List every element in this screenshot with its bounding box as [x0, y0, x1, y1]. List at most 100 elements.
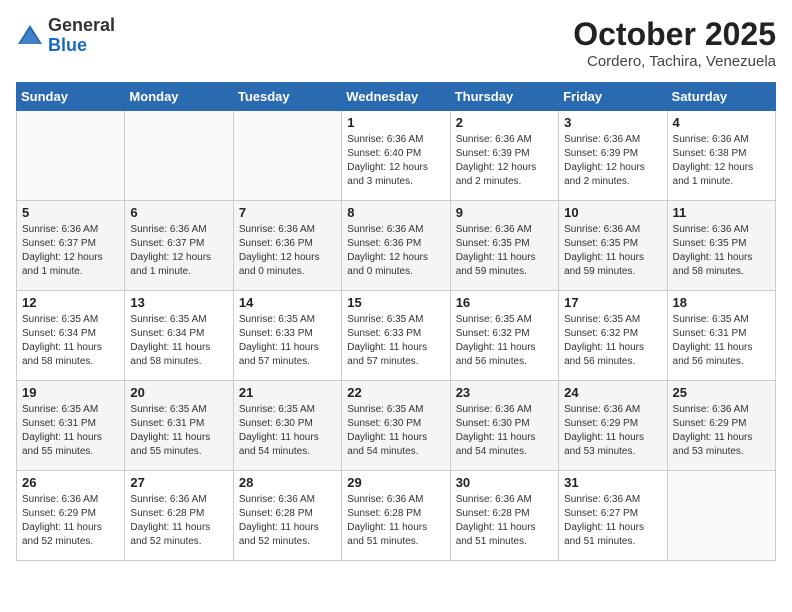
day-number: 18	[673, 295, 770, 310]
col-monday: Monday	[125, 83, 233, 111]
day-info: Sunrise: 6:36 AM Sunset: 6:35 PM Dayligh…	[564, 223, 661, 279]
day-number: 24	[564, 385, 661, 400]
day-info: Sunrise: 6:35 AM Sunset: 6:34 PM Dayligh…	[22, 313, 119, 369]
day-number: 28	[239, 475, 336, 490]
day-info: Sunrise: 6:35 AM Sunset: 6:31 PM Dayligh…	[673, 313, 770, 369]
table-row	[125, 111, 233, 201]
day-number: 22	[347, 385, 444, 400]
table-row: 22 Sunrise: 6:35 AM Sunset: 6:30 PM Dayli…	[342, 381, 450, 471]
table-row: 25 Sunrise: 6:36 AM Sunset: 6:29 PM Dayli…	[667, 381, 775, 471]
col-tuesday: Tuesday	[233, 83, 341, 111]
table-row: 14 Sunrise: 6:35 AM Sunset: 6:33 PM Dayli…	[233, 291, 341, 381]
day-number: 5	[22, 205, 119, 220]
day-info: Sunrise: 6:36 AM Sunset: 6:28 PM Dayligh…	[239, 493, 336, 549]
table-row	[17, 111, 125, 201]
day-number: 17	[564, 295, 661, 310]
day-number: 21	[239, 385, 336, 400]
logo-icon	[16, 22, 44, 50]
location: Cordero, Tachira, Venezuela	[573, 53, 776, 70]
day-info: Sunrise: 6:36 AM Sunset: 6:28 PM Dayligh…	[347, 493, 444, 549]
table-row: 30 Sunrise: 6:36 AM Sunset: 6:28 PM Dayli…	[450, 471, 558, 561]
day-number: 23	[456, 385, 553, 400]
day-info: Sunrise: 6:35 AM Sunset: 6:33 PM Dayligh…	[347, 313, 444, 369]
day-info: Sunrise: 6:35 AM Sunset: 6:30 PM Dayligh…	[239, 403, 336, 459]
col-wednesday: Wednesday	[342, 83, 450, 111]
day-info: Sunrise: 6:36 AM Sunset: 6:38 PM Dayligh…	[673, 133, 770, 189]
day-number: 8	[347, 205, 444, 220]
day-number: 19	[22, 385, 119, 400]
calendar-body: 1 Sunrise: 6:36 AM Sunset: 6:40 PM Daylig…	[17, 111, 776, 561]
table-row: 9 Sunrise: 6:36 AM Sunset: 6:35 PM Daylig…	[450, 201, 558, 291]
day-info: Sunrise: 6:36 AM Sunset: 6:36 PM Dayligh…	[347, 223, 444, 279]
table-row	[233, 111, 341, 201]
calendar-header: Sunday Monday Tuesday Wednesday Thursday…	[17, 83, 776, 111]
day-info: Sunrise: 6:36 AM Sunset: 6:35 PM Dayligh…	[673, 223, 770, 279]
table-row: 1 Sunrise: 6:36 AM Sunset: 6:40 PM Daylig…	[342, 111, 450, 201]
day-number: 10	[564, 205, 661, 220]
day-info: Sunrise: 6:36 AM Sunset: 6:37 PM Dayligh…	[22, 223, 119, 279]
day-number: 13	[130, 295, 227, 310]
day-info: Sunrise: 6:36 AM Sunset: 6:29 PM Dayligh…	[673, 403, 770, 459]
table-row	[667, 471, 775, 561]
table-row: 21 Sunrise: 6:35 AM Sunset: 6:30 PM Dayli…	[233, 381, 341, 471]
day-info: Sunrise: 6:36 AM Sunset: 6:40 PM Dayligh…	[347, 133, 444, 189]
table-row: 24 Sunrise: 6:36 AM Sunset: 6:29 PM Dayli…	[559, 381, 667, 471]
table-row: 8 Sunrise: 6:36 AM Sunset: 6:36 PM Daylig…	[342, 201, 450, 291]
table-row: 27 Sunrise: 6:36 AM Sunset: 6:28 PM Dayli…	[125, 471, 233, 561]
day-number: 29	[347, 475, 444, 490]
day-number: 30	[456, 475, 553, 490]
day-info: Sunrise: 6:35 AM Sunset: 6:32 PM Dayligh…	[564, 313, 661, 369]
col-friday: Friday	[559, 83, 667, 111]
day-number: 3	[564, 115, 661, 130]
day-number: 1	[347, 115, 444, 130]
table-row: 13Sunrise: 6:35 AM Sunset: 6:34 PM Dayli…	[125, 291, 233, 381]
table-row: 28 Sunrise: 6:36 AM Sunset: 6:28 PM Dayli…	[233, 471, 341, 561]
table-row: 7Sunrise: 6:36 AM Sunset: 6:36 PM Daylig…	[233, 201, 341, 291]
day-info: Sunrise: 6:36 AM Sunset: 6:37 PM Dayligh…	[130, 223, 227, 279]
day-number: 31	[564, 475, 661, 490]
table-row: 26Sunrise: 6:36 AM Sunset: 6:29 PM Dayli…	[17, 471, 125, 561]
calendar-table: Sunday Monday Tuesday Wednesday Thursday…	[16, 82, 776, 561]
table-row: 31 Sunrise: 6:36 AM Sunset: 6:27 PM Dayli…	[559, 471, 667, 561]
table-row: 11Sunrise: 6:36 AM Sunset: 6:35 PM Dayli…	[667, 201, 775, 291]
day-number: 4	[673, 115, 770, 130]
day-number: 26	[22, 475, 119, 490]
table-row: 20Sunrise: 6:35 AM Sunset: 6:31 PM Dayli…	[125, 381, 233, 471]
day-info: Sunrise: 6:35 AM Sunset: 6:30 PM Dayligh…	[347, 403, 444, 459]
table-row: 10 Sunrise: 6:36 AM Sunset: 6:35 PM Dayli…	[559, 201, 667, 291]
col-sunday: Sunday	[17, 83, 125, 111]
month-title: October 2025	[573, 16, 776, 53]
table-row: 6 Sunrise: 6:36 AM Sunset: 6:37 PM Daylig…	[125, 201, 233, 291]
day-info: Sunrise: 6:36 AM Sunset: 6:36 PM Dayligh…	[239, 223, 336, 279]
day-number: 16	[456, 295, 553, 310]
table-row: 17 Sunrise: 6:35 AM Sunset: 6:32 PM Dayli…	[559, 291, 667, 381]
day-info: Sunrise: 6:36 AM Sunset: 6:35 PM Dayligh…	[456, 223, 553, 279]
day-info: Sunrise: 6:36 AM Sunset: 6:30 PM Dayligh…	[456, 403, 553, 459]
table-row: 4 Sunrise: 6:36 AM Sunset: 6:38 PM Daylig…	[667, 111, 775, 201]
day-info: Sunrise: 6:36 AM Sunset: 6:28 PM Dayligh…	[130, 493, 227, 549]
day-number: 27	[130, 475, 227, 490]
day-number: 25	[673, 385, 770, 400]
day-number: 2	[456, 115, 553, 130]
day-info: Sunrise: 6:35 AM Sunset: 6:31 PM Dayligh…	[22, 403, 119, 459]
table-row: 18 Sunrise: 6:35 AM Sunset: 6:31 PM Dayli…	[667, 291, 775, 381]
day-info: Sunrise: 6:36 AM Sunset: 6:29 PM Dayligh…	[564, 403, 661, 459]
table-row: 15 Sunrise: 6:35 AM Sunset: 6:33 PM Dayli…	[342, 291, 450, 381]
table-row: 2Sunrise: 6:36 AM Sunset: 6:39 PM Daylig…	[450, 111, 558, 201]
day-number: 15	[347, 295, 444, 310]
table-row: 23 Sunrise: 6:36 AM Sunset: 6:30 PM Dayli…	[450, 381, 558, 471]
day-number: 14	[239, 295, 336, 310]
table-row: 12Sunrise: 6:35 AM Sunset: 6:34 PM Dayli…	[17, 291, 125, 381]
table-row: 16 Sunrise: 6:35 AM Sunset: 6:32 PM Dayli…	[450, 291, 558, 381]
day-number: 9	[456, 205, 553, 220]
table-row: 3 Sunrise: 6:36 AM Sunset: 6:39 PM Daylig…	[559, 111, 667, 201]
title-block: October 2025 Cordero, Tachira, Venezuela	[573, 16, 776, 70]
day-info: Sunrise: 6:36 AM Sunset: 6:27 PM Dayligh…	[564, 493, 661, 549]
day-info: Sunrise: 6:36 AM Sunset: 6:39 PM Dayligh…	[564, 133, 661, 189]
day-info: Sunrise: 6:35 AM Sunset: 6:32 PM Dayligh…	[456, 313, 553, 369]
day-number: 20	[130, 385, 227, 400]
day-number: 6	[130, 205, 227, 220]
logo: General Blue	[16, 16, 115, 56]
day-info: Sunrise: 6:36 AM Sunset: 6:28 PM Dayligh…	[456, 493, 553, 549]
day-info: Sunrise: 6:35 AM Sunset: 6:33 PM Dayligh…	[239, 313, 336, 369]
